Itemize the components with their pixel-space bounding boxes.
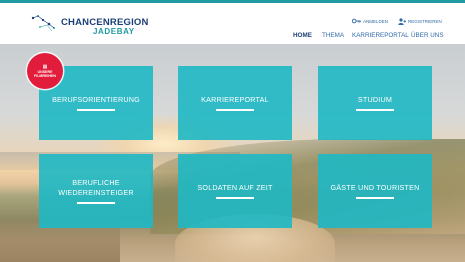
tile-label: STUDIUM bbox=[357, 95, 393, 105]
tile-underline bbox=[77, 109, 115, 111]
nav-thema[interactable]: THEMA bbox=[322, 32, 344, 41]
tile-label: KARRIEREPORTAL bbox=[201, 95, 269, 105]
tile-karriereportal[interactable]: KARRIEREPORTAL bbox=[178, 66, 292, 140]
site-header: CHANCENREGION JADEBAY ANMELDEN REGISTRIE… bbox=[0, 3, 465, 44]
tile-label: GÄSTE UND TOURISTEN bbox=[330, 183, 420, 193]
nav-karriereportal[interactable]: KARRIEREPORTAL bbox=[352, 32, 409, 41]
logo-mark-icon bbox=[31, 15, 55, 32]
tile-underline bbox=[356, 109, 394, 111]
tile-underline bbox=[216, 197, 254, 199]
register-label: REGISTRIEREN bbox=[408, 18, 442, 24]
site-logo[interactable]: CHANCENREGION JADEBAY bbox=[30, 13, 150, 41]
key-icon bbox=[352, 18, 361, 24]
login-link[interactable]: ANMELDEN bbox=[352, 17, 388, 25]
add-user-icon bbox=[398, 17, 406, 25]
tile-label: BERUFSORIENTIERUNG bbox=[52, 95, 140, 105]
tile-soldaten-auf-zeit[interactable]: SOLDATEN AUF ZEIT bbox=[178, 154, 292, 228]
logo-text-line2: JADEBAY bbox=[93, 27, 135, 36]
tile-studium[interactable]: STUDIUM bbox=[318, 66, 432, 140]
tile-underline bbox=[216, 109, 254, 111]
film-series-badge[interactable]: ▦ UNSERE FILMREIHEN bbox=[27, 53, 63, 89]
nav-ueber-uns[interactable]: ÜBER UNS bbox=[411, 32, 444, 41]
tile-underline bbox=[356, 197, 394, 199]
tile-underline bbox=[77, 202, 115, 204]
tile-gaeste-und-touristen[interactable]: GÄSTE UND TOURISTEN bbox=[318, 154, 432, 228]
register-link[interactable]: REGISTRIEREN bbox=[398, 17, 442, 25]
login-label: ANMELDEN bbox=[363, 18, 389, 24]
nav-home[interactable]: HOME bbox=[293, 32, 312, 41]
tile-berufliche-wiedereinsteiger[interactable]: BERUFLICHE WIEDEREINSTEIGER bbox=[39, 154, 153, 228]
tile-label: SOLDATEN AUF ZEIT bbox=[197, 183, 273, 193]
tile-label: BERUFLICHE WIEDEREINSTEIGER bbox=[58, 178, 134, 198]
badge-text: UNSERE FILMREIHEN bbox=[34, 69, 56, 78]
